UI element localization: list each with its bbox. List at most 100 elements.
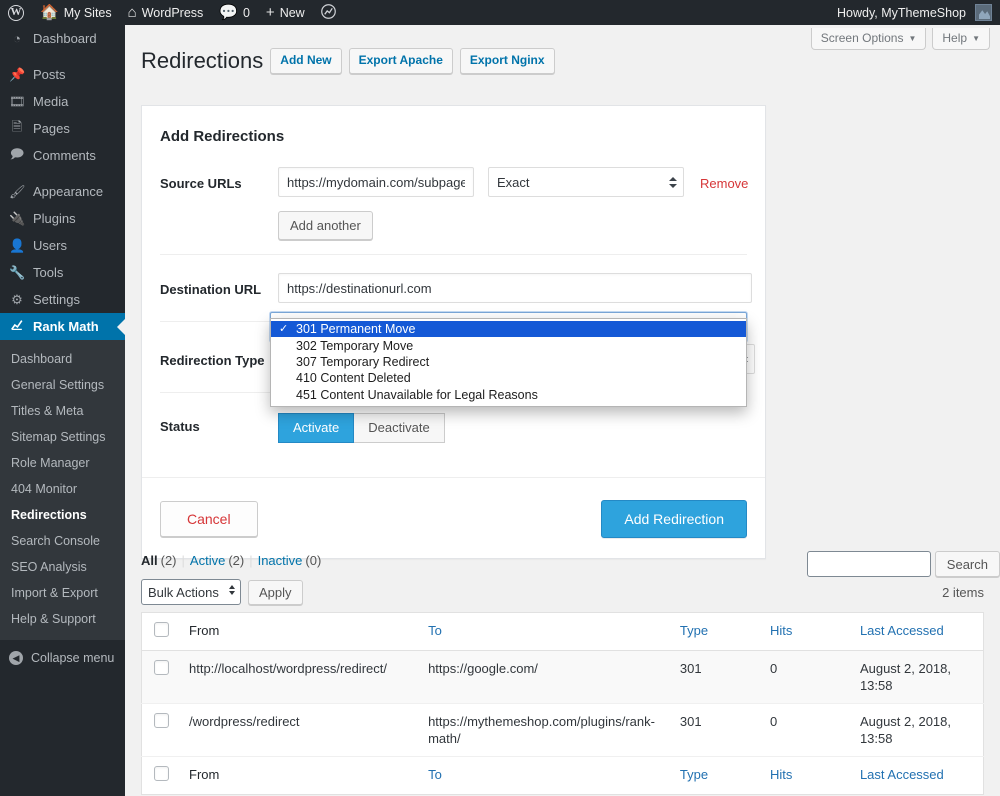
rank-math-submenu: Dashboard General Settings Titles & Meta… (0, 340, 125, 640)
site-name-menu[interactable]: ⌂ WordPress (120, 0, 212, 25)
chevron-down-icon: ▼ (908, 33, 917, 43)
submenu-item-import-export[interactable]: Import & Export (0, 580, 125, 606)
my-sites-menu[interactable]: 🏠 My Sites (32, 0, 120, 25)
sidebar-item-label: Comments (33, 148, 96, 163)
items-count-top: 2 items (942, 584, 984, 600)
cell-hits: 0 (760, 650, 850, 704)
column-footer-hits[interactable]: Hits (760, 756, 850, 795)
comments-menu[interactable]: 💬 0 (211, 0, 258, 25)
sidebar-item-label: Tools (33, 265, 64, 280)
submenu-item-404-monitor[interactable]: 404 Monitor (0, 476, 125, 502)
column-footer-hits-label: Hits (770, 767, 793, 782)
bulk-actions-select-top[interactable]: Bulk Actions (141, 579, 241, 605)
sidebar-item-dashboard[interactable]: ◔ Dashboard (0, 25, 125, 52)
select-all-checkbox-bottom[interactable] (154, 766, 169, 781)
submenu-item-role-manager[interactable]: Role Manager (0, 450, 125, 476)
help-button[interactable]: Help ▼ (932, 28, 990, 50)
column-header-to[interactable]: To (418, 612, 670, 651)
column-header-type[interactable]: Type (669, 612, 761, 651)
remove-source-url-link[interactable]: Remove (700, 167, 748, 191)
select-all-checkbox-top[interactable] (154, 622, 169, 637)
sidebar-item-appearance[interactable]: 🖌 Appearance (0, 178, 125, 205)
rank-math-adminbar-menu[interactable] (313, 0, 344, 25)
submenu-item-search-console[interactable]: Search Console (0, 528, 125, 554)
add-another-button[interactable]: Add another (278, 211, 373, 240)
add-new-button[interactable]: Add New (270, 48, 342, 74)
apply-button-top[interactable]: Apply (248, 579, 303, 605)
cell-from: http://localhost/wordpress/redirect/ (179, 650, 419, 704)
sidebar-item-tools[interactable]: 🔧 Tools (0, 259, 125, 286)
submenu-item-general-settings[interactable]: General Settings (0, 372, 125, 398)
activate-button[interactable]: Activate (278, 413, 355, 443)
submenu-item-redirections[interactable]: Redirections (0, 502, 125, 528)
row-checkbox[interactable] (154, 660, 169, 675)
list-views: All (2) | Active (2) | Inactive (0) (141, 553, 984, 572)
select-all-header[interactable] (141, 612, 179, 651)
comments-count: 0 (242, 5, 250, 20)
submenu-item-help-support[interactable]: Help & Support (0, 606, 125, 632)
cancel-button[interactable]: Cancel (160, 501, 258, 537)
submenu-item-dashboard[interactable]: Dashboard (0, 346, 125, 372)
pages-icon: 🗎 (11, 118, 23, 134)
dropdown-option-410[interactable]: 410 Content Deleted (271, 370, 746, 386)
view-inactive-link[interactable]: Inactive (258, 553, 303, 568)
deactivate-button[interactable]: Deactivate (354, 413, 445, 443)
sidebar-item-rank-math[interactable]: Rank Math (0, 313, 125, 340)
screen-options-button[interactable]: Screen Options ▼ (810, 28, 927, 50)
chevron-down-icon: ▼ (972, 33, 980, 43)
add-redirection-button[interactable]: Add Redirection (601, 500, 747, 538)
dropdown-option-label: 302 Temporary Move (296, 338, 414, 353)
cell-from: /wordpress/redirect (179, 703, 419, 757)
dropdown-option-451[interactable]: 451 Content Unavailable for Legal Reason… (271, 387, 746, 403)
wp-logo-button[interactable]: W (0, 0, 32, 25)
sidebar-item-settings[interactable]: ⚙ Settings (0, 286, 125, 313)
submenu-item-titles-meta[interactable]: Titles & Meta (0, 398, 125, 424)
redirection-type-dropdown-list[interactable]: ✓ 301 Permanent Move 302 Temporary Move … (270, 318, 747, 407)
sidebar-item-plugins[interactable]: 🔌 Plugins (0, 205, 125, 232)
sidebar-item-label: Appearance (33, 184, 104, 199)
row-checkbox[interactable] (154, 713, 169, 728)
column-footer-to[interactable]: To (418, 756, 670, 795)
row-select-cell[interactable] (141, 650, 179, 704)
cell-last-accessed: August 2, 2018, 13:58 (849, 650, 984, 704)
new-content-menu[interactable]: + New (258, 0, 313, 25)
dropdown-option-302[interactable]: 302 Temporary Move (271, 337, 746, 353)
view-all[interactable]: All (2) | (141, 553, 190, 568)
view-active-link[interactable]: Active (190, 553, 225, 568)
view-inactive[interactable]: Inactive (0) (258, 553, 322, 568)
wordpress-logo-icon: W (8, 4, 24, 21)
column-header-last-accessed[interactable]: Last Accessed (849, 612, 984, 651)
my-account-menu[interactable]: Howdy, MyThemeShop (829, 0, 1000, 25)
column-footer-last-accessed[interactable]: Last Accessed (849, 756, 984, 795)
dropdown-option-307[interactable]: 307 Temporary Redirect (271, 354, 746, 370)
match-type-select[interactable]: Exact (488, 167, 684, 197)
collapse-menu-button[interactable]: ◀ Collapse menu (0, 644, 125, 672)
sidebar-item-users[interactable]: 👤 Users (0, 232, 125, 259)
export-apache-button[interactable]: Export Apache (348, 48, 453, 74)
admin-bar: W 🏠 My Sites ⌂ WordPress 💬 0 + New Howdy… (0, 0, 1000, 25)
select-all-footer[interactable] (141, 756, 179, 795)
column-footer-type-label: Type (679, 767, 709, 782)
cell-type: 301 (669, 650, 761, 704)
sidebar-item-posts[interactable]: 📌 Posts (0, 61, 125, 88)
tablenav-top: Bulk Actions Apply 2 items (141, 576, 984, 608)
dropdown-option-301[interactable]: ✓ 301 Permanent Move (271, 321, 746, 338)
submenu-item-sitemap-settings[interactable]: Sitemap Settings (0, 424, 125, 450)
column-footer-from: From (179, 756, 419, 795)
column-footer-type[interactable]: Type (669, 756, 761, 795)
sidebar-item-comments[interactable]: 🗩 Comments (0, 142, 125, 169)
column-header-hits[interactable]: Hits (760, 612, 850, 651)
cell-last-accessed: August 2, 2018, 13:58 (849, 703, 984, 757)
view-active[interactable]: Active (2) | (190, 553, 258, 568)
my-sites-label: My Sites (63, 5, 112, 20)
source-url-input[interactable] (278, 167, 474, 197)
destination-url-input[interactable] (278, 273, 752, 303)
home-icon: ⌂ (127, 4, 137, 21)
row-select-cell[interactable] (141, 703, 179, 757)
match-type-select-wrap: Exact (488, 167, 684, 197)
submenu-item-seo-analysis[interactable]: SEO Analysis (0, 554, 125, 580)
sidebar-item-pages[interactable]: 🗎 Pages (0, 115, 125, 142)
view-all-link[interactable]: All (141, 553, 158, 568)
export-nginx-button[interactable]: Export Nginx (459, 48, 555, 74)
sidebar-item-media[interactable]: 🎞 Media (0, 88, 125, 115)
